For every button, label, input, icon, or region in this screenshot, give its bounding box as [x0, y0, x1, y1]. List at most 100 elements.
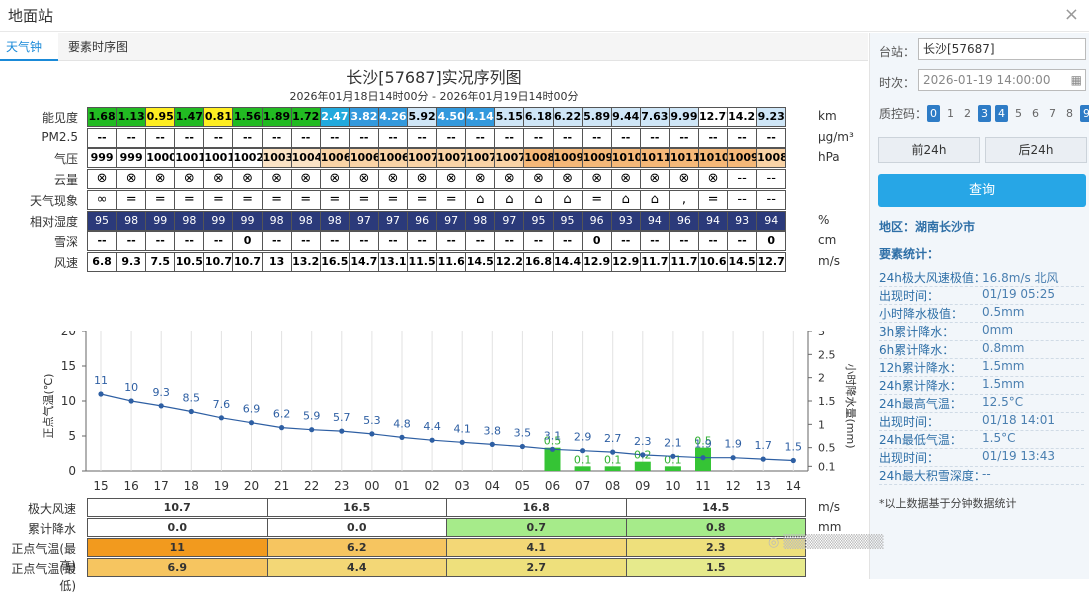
cell-humidity: 97: [377, 210, 409, 231]
summary-cell: 4.1: [446, 538, 627, 557]
qc-code[interactable]: 3: [978, 105, 991, 122]
cell-weather-phenomenon: =: [232, 189, 263, 210]
prev-24h-button[interactable]: 前24h: [878, 137, 980, 163]
cell-visibility: 1.68: [87, 107, 118, 127]
precip-bar: [604, 466, 621, 471]
temperature-label: 5.9: [303, 410, 321, 423]
qc-code[interactable]: 8: [1063, 105, 1076, 122]
cell-pressure: 1007: [436, 148, 467, 169]
cell-humidity: 96: [407, 210, 438, 231]
cell-wind-speed: 10.7: [203, 251, 234, 272]
x-tick-label: 21: [274, 479, 289, 493]
summary-cell: 11: [87, 538, 268, 557]
x-tick-label: 08: [605, 479, 620, 493]
cell-snow-depth: 0: [232, 231, 263, 252]
y-tick-label: 10: [61, 394, 76, 408]
cell-weather-phenomenon: =: [348, 189, 379, 210]
cell-pressure: 1009: [727, 148, 758, 169]
cell-visibility: 4.50: [436, 107, 467, 127]
temperature-label: 4.1: [453, 422, 471, 435]
x-tick-label: 10: [665, 479, 680, 493]
cell-pressure: 1006: [377, 148, 409, 169]
cell-pm25: --: [232, 127, 263, 148]
cell-humidity: 93: [727, 210, 758, 231]
temperature-label: 3.1: [544, 429, 562, 442]
temperature-point: [790, 457, 796, 464]
cell-pm25: --: [552, 127, 583, 148]
temperature-point: [459, 439, 465, 445]
temperature-label: 2.3: [634, 435, 652, 448]
cell-weather-phenomenon: ⌂: [552, 189, 583, 210]
cell-visibility: 1.89: [261, 107, 292, 127]
y-axis-right-title: 小时降水量(mm): [844, 363, 858, 448]
row-wind-speed: 6.8 9.3 7.5 10.5 10.7 10.7 13 13.2 16.5 14.7 13.1 1…: [87, 251, 787, 272]
temperature-point: [760, 456, 766, 462]
row-weather-phenomenon: ∞ = = = = = = = = = = = = ⌂ ⌂ ⌂ ⌂ = ⌂ ⌂, = -- --: [87, 189, 787, 210]
next-24h-button[interactable]: 后24h: [985, 137, 1087, 163]
query-button[interactable]: 查询: [878, 174, 1086, 207]
qc-code[interactable]: 5: [1012, 105, 1025, 122]
calendar-icon[interactable]: ▦: [1071, 70, 1082, 90]
cell-humidity: 98: [116, 210, 147, 231]
summary-label: 极大风速: [27, 502, 76, 516]
temperature-label: 8.5: [183, 392, 201, 405]
cell-humidity: 98: [319, 210, 350, 231]
temperature-point: [730, 455, 736, 461]
cell-weather-phenomenon: ,: [668, 189, 699, 210]
cell-cloud-cover: --: [727, 169, 758, 190]
cell-wind-speed: 9.3: [116, 251, 147, 272]
x-tick-label: 11: [695, 479, 710, 493]
station-input[interactable]: 长沙[57687]: [918, 38, 1086, 60]
temperature-point: [489, 441, 495, 447]
qc-code[interactable]: 7: [1046, 105, 1059, 122]
tab-weather-clock[interactable]: 天气钟: [0, 33, 58, 61]
cell-weather-phenomenon: ⌂: [523, 189, 554, 210]
stat-row: 出现时间： 01/19 13:43: [879, 449, 1084, 467]
cell-pressure: 1004: [290, 148, 321, 169]
qc-code[interactable]: 1: [944, 105, 957, 122]
x-tick-label: 05: [515, 479, 530, 493]
qc-code[interactable]: 0: [927, 105, 940, 122]
x-tick-label: 04: [485, 479, 500, 493]
cell-visibility: 14.22: [727, 107, 758, 127]
cell-cloud-cover: ⊗: [319, 169, 350, 190]
cell-weather-phenomenon: ⌂: [465, 189, 496, 210]
cell-cloud-cover: ⊗: [610, 169, 641, 190]
cell-snow-depth: --: [668, 231, 699, 252]
stat-value: 01/18 14:01: [982, 413, 1055, 427]
close-icon[interactable]: ×: [1064, 4, 1079, 25]
stat-key: 12h累计降水：: [879, 361, 962, 375]
cell-pm25: --: [523, 127, 554, 148]
cell-humidity: 97: [348, 210, 379, 231]
cell-snow-depth: --: [87, 231, 118, 252]
cell-humidity: 95: [552, 210, 583, 231]
cell-cloud-cover: ⊗: [436, 169, 467, 190]
cell-weather-phenomenon: =: [174, 189, 205, 210]
stat-value: 0.5mm: [982, 305, 1025, 319]
qc-code[interactable]: 9: [1080, 105, 1089, 122]
cell-pm25: --: [697, 127, 729, 148]
time-input[interactable]: 2026-01-19 14:00:00 ▦: [918, 69, 1086, 91]
x-tick-label: 13: [756, 479, 771, 493]
stat-value: 01/19 05:25: [982, 287, 1055, 301]
qc-code[interactable]: 6: [1029, 105, 1042, 122]
qc-code[interactable]: 2: [961, 105, 974, 122]
x-tick-label: 19: [214, 479, 229, 493]
temperature-point: [158, 403, 164, 409]
y-tick-right-label: 1: [818, 418, 825, 431]
cell-pm25: --: [348, 127, 379, 148]
temperature-label: 4.8: [393, 417, 411, 430]
cell-weather-phenomenon: =: [436, 189, 467, 210]
cell-visibility: 4.26: [377, 107, 409, 127]
x-tick-label: 00: [364, 479, 379, 493]
tab-element-series[interactable]: 要素时序图: [62, 33, 134, 61]
temperature-point: [700, 455, 706, 461]
temperature-line: [100, 393, 794, 462]
precip-label: 0.1: [604, 453, 622, 466]
qc-code[interactable]: 4: [995, 105, 1008, 122]
cell-cloud-cover: ⊗: [87, 169, 118, 190]
cell-cloud-cover: ⊗: [232, 169, 263, 190]
cell-humidity: 93: [610, 210, 641, 231]
station-label: 台站：: [879, 45, 916, 59]
stat-row: 3h累计降水： 0mm: [879, 323, 1084, 341]
